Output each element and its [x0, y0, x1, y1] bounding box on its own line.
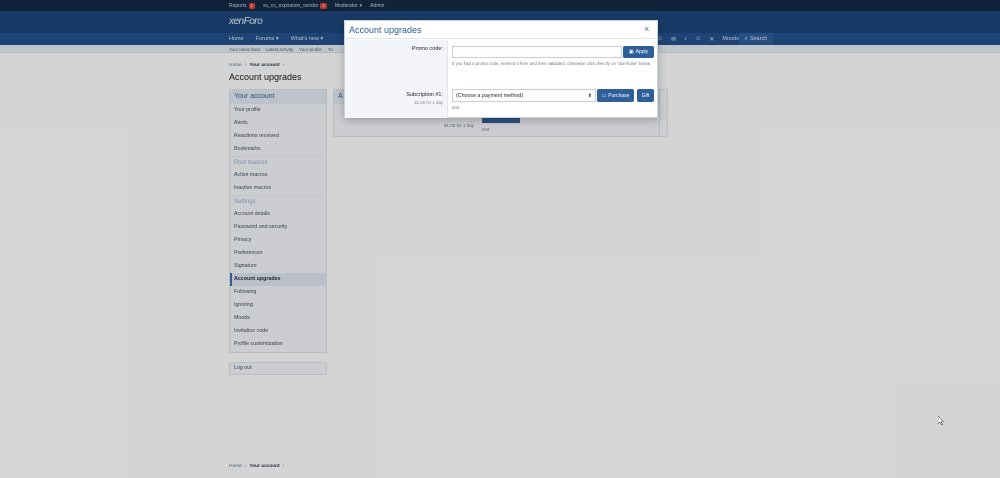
select-arrows-icon: ⬍ [587, 92, 592, 99]
promo-hint: If you had a promo code, entered it here… [452, 61, 652, 66]
apply-button[interactable]: ▣ Apply [623, 46, 654, 58]
promo-code-label: Promo code: [411, 46, 443, 52]
payment-method-select[interactable]: (Choose a payment method) ⬍ [452, 89, 596, 102]
gift-button[interactable]: Gift [637, 89, 654, 102]
modal-header: Account upgrades × [345, 21, 657, 39]
close-icon[interactable]: × [644, 24, 649, 34]
credit-card-icon: ▭ [601, 92, 607, 99]
promo-code-input[interactable] [452, 46, 622, 58]
purchase-button[interactable]: ▭ Purchase [597, 89, 634, 102]
subscription-cost: $1.00 for 1 day [414, 100, 443, 105]
account-upgrades-modal: Account upgrades × Promo code: ▣ Apply I… [344, 20, 658, 118]
modal-title: Account upgrades [349, 25, 422, 35]
subscription-label: Subcription #1: [406, 92, 443, 98]
subscription-note: test [452, 105, 460, 110]
apply-icon: ▣ [628, 49, 634, 55]
mouse-cursor-icon [938, 416, 944, 425]
